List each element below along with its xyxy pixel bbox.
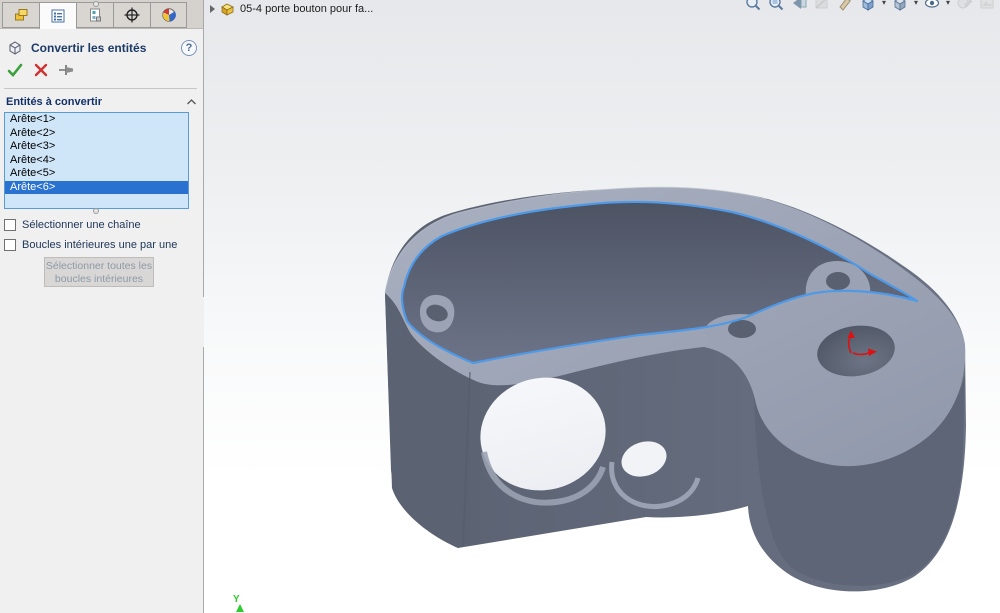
boss-upper-right-hole	[826, 272, 850, 290]
list-resize-grip[interactable]	[93, 208, 99, 214]
checkbox-select-chain[interactable]	[4, 219, 16, 231]
axis-y-label: Y	[233, 594, 240, 605]
tab-dimxpert-manager[interactable]	[113, 2, 150, 28]
checkbox-inner-loops[interactable]	[4, 239, 16, 251]
select-all-inner-loops-button[interactable]: Sélectionner toutes les boucles intérieu…	[44, 257, 154, 287]
zoom-to-fit-icon[interactable]	[744, 0, 762, 13]
selected-entities-list: Arête<1> Arête<2> Arête<3> Arête<4> Arêt…	[4, 112, 189, 209]
display-style-icon[interactable]	[891, 0, 909, 13]
previous-view-icon[interactable]	[790, 0, 808, 13]
keep-visible-pin-button[interactable]	[58, 61, 76, 79]
checkbox-inner-loops-row: Boucles intérieures une par une	[4, 239, 177, 251]
ok-button[interactable]	[6, 61, 24, 79]
property-manager-panel: Convertir les entités ? Entités à conver…	[0, 0, 204, 613]
zoom-to-area-icon[interactable]	[767, 0, 785, 13]
boss-middle-hole	[728, 320, 756, 338]
cancel-button[interactable]	[32, 61, 50, 79]
section-label: Entités à convertir	[6, 95, 102, 108]
checkbox-label: Sélectionner une chaîne	[22, 219, 141, 231]
document-name[interactable]: 05-4 porte bouton pour fa...	[240, 3, 373, 15]
graphics-area[interactable]: Y 05-4 porte bouton pour fa... ▾ ▾ ▾	[204, 0, 1000, 613]
cad-model-canvas[interactable]: Y	[204, 0, 1000, 613]
checkbox-label: Boucles intérieures une par une	[22, 239, 178, 251]
display-style-dropdown[interactable]: ▾	[914, 0, 918, 7]
help-icon[interactable]: ?	[181, 40, 197, 56]
feature-manager-icon	[15, 9, 28, 21]
display-manager-icon	[161, 8, 176, 22]
list-item[interactable]: Arête<5>	[5, 167, 188, 181]
convert-entities-icon	[9, 41, 21, 55]
3d-drawing-view-icon[interactable]	[836, 0, 854, 13]
list-item[interactable]: Arête<1>	[5, 113, 188, 127]
property-manager-icon	[51, 9, 65, 23]
section-view-icon[interactable]	[813, 0, 831, 13]
axis-y-arrow	[236, 604, 244, 612]
view-orientation-dropdown[interactable]: ▾	[882, 0, 886, 7]
view-orientation-icon[interactable]	[859, 0, 877, 13]
checkbox-select-chain-row: Sélectionner une chaîne	[4, 219, 141, 231]
hide-show-items-icon[interactable]	[923, 0, 941, 13]
list-item[interactable]: Arête<2>	[5, 127, 188, 141]
headsup-view-toolbar: ▾ ▾ ▾	[744, 0, 996, 14]
dimxpert-icon	[124, 7, 140, 23]
axis-triad: Y	[233, 594, 244, 612]
section-entities-to-convert[interactable]: Entités à convertir	[0, 93, 203, 110]
list-item[interactable]: Arête<3>	[5, 140, 188, 154]
property-manager-header: Convertir les entités ?	[6, 37, 197, 59]
edit-appearance-icon[interactable]	[955, 0, 973, 13]
list-item[interactable]: Arête<4>	[5, 154, 188, 168]
tab-display-manager[interactable]	[150, 2, 187, 28]
configuration-manager-icon	[90, 8, 101, 22]
apply-scene-icon[interactable]	[978, 0, 996, 13]
part-document-icon	[221, 3, 234, 16]
tab-feature-manager[interactable]	[2, 2, 39, 28]
panel-title: Convertir les entités	[31, 41, 147, 55]
tab-property-manager[interactable]	[39, 2, 76, 29]
divider	[4, 88, 197, 89]
panel-top-grip[interactable]	[93, 1, 99, 7]
feature-tree-flyout: 05-4 porte bouton pour fa...	[210, 1, 373, 17]
hide-show-items-dropdown[interactable]: ▾	[946, 0, 950, 7]
chevron-up-icon	[187, 98, 196, 104]
manager-tabbar	[0, 0, 203, 29]
list-item-selected[interactable]: Arête<6>	[5, 180, 188, 194]
tree-expand-arrow[interactable]	[210, 5, 215, 13]
